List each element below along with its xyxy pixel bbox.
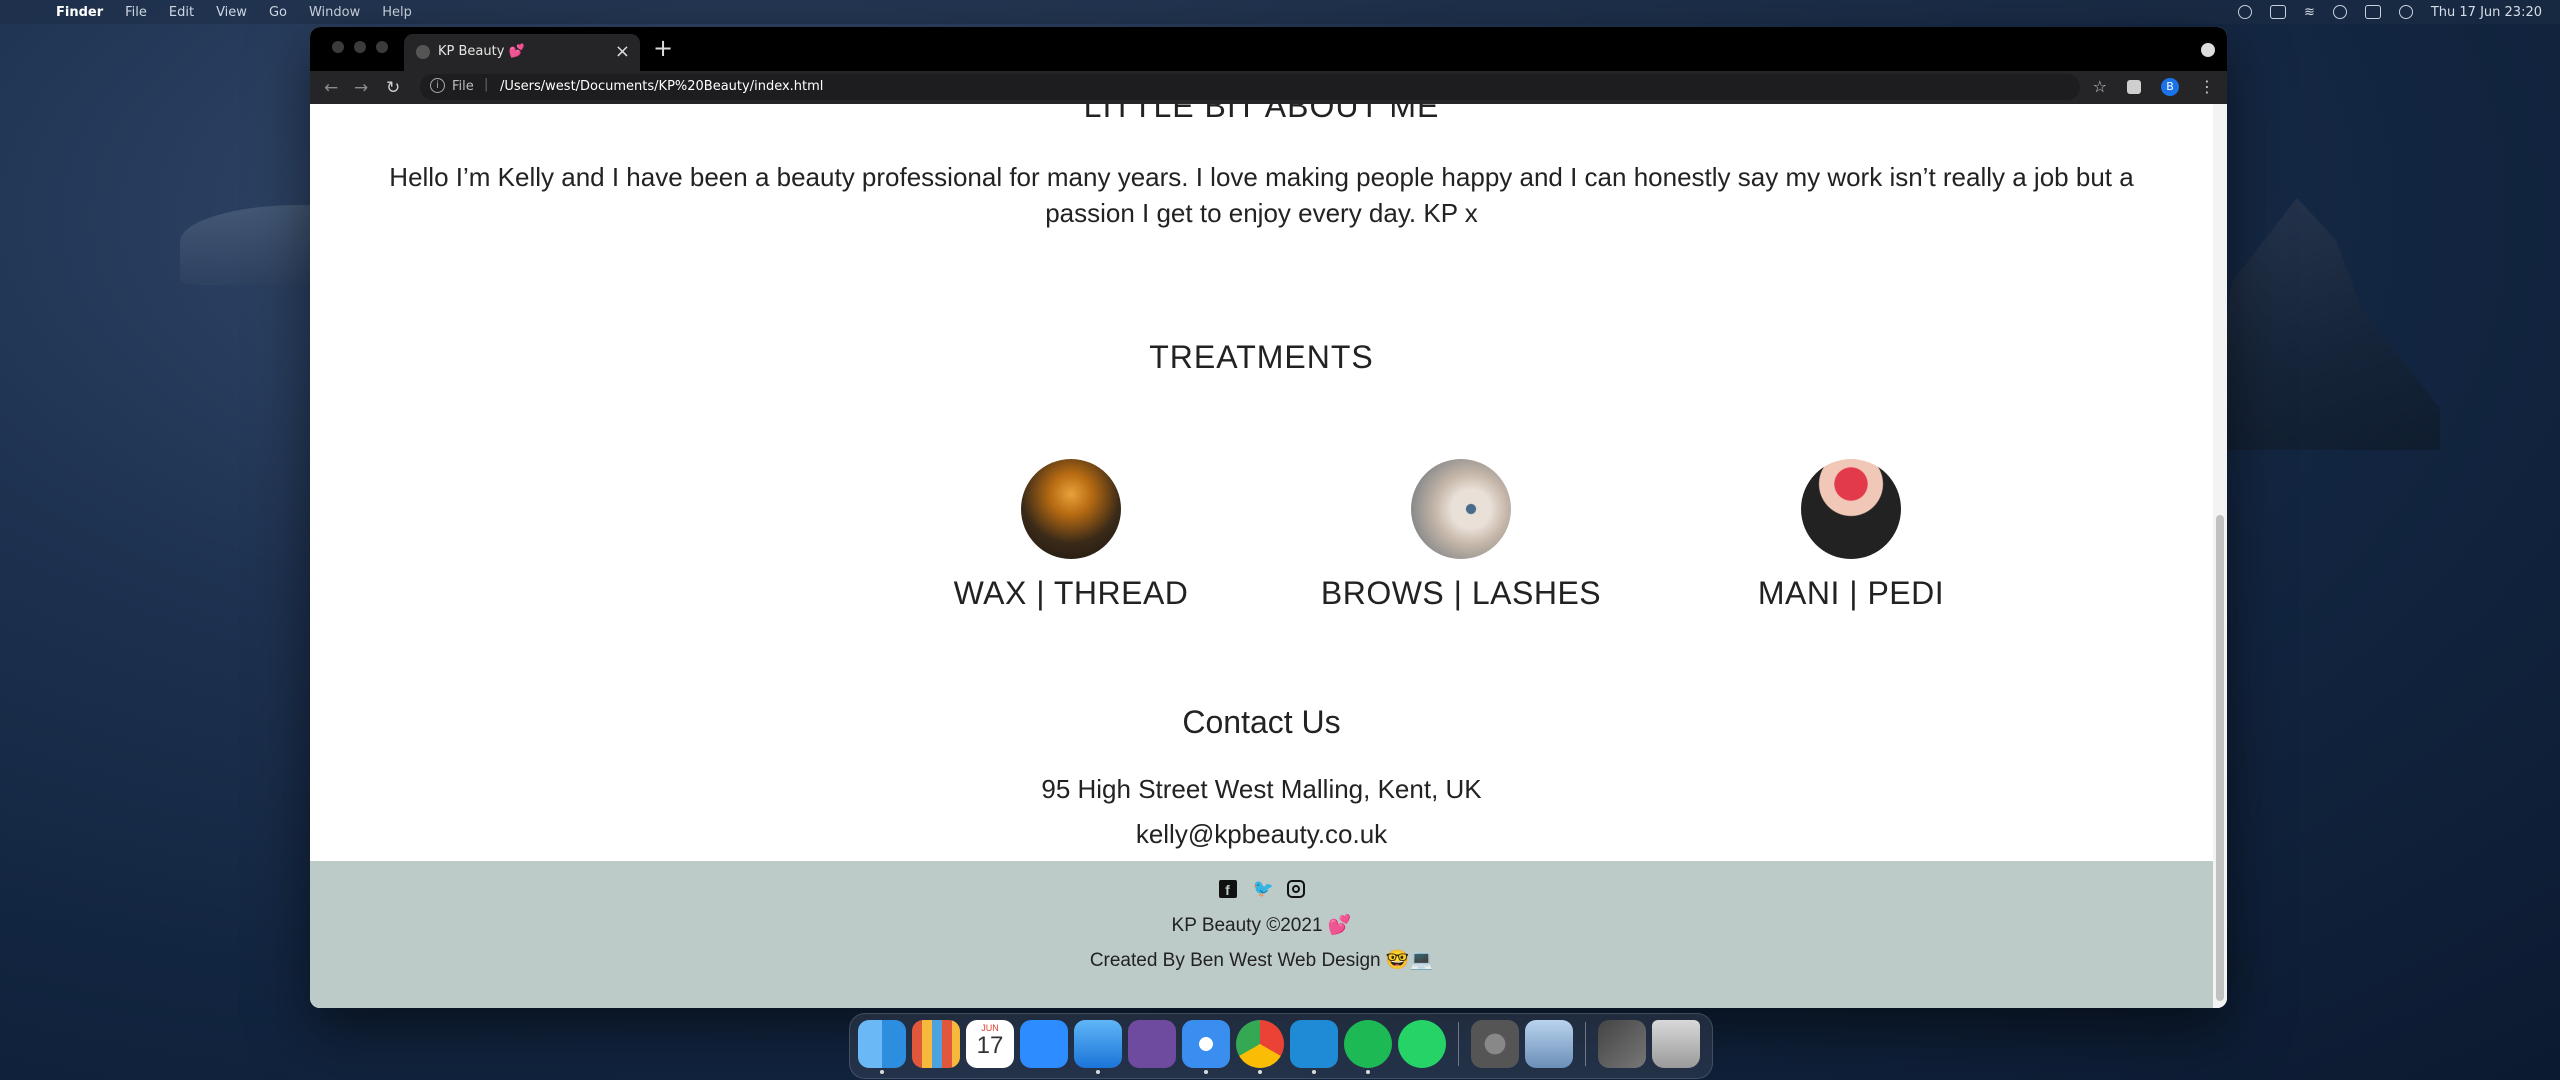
menu-view[interactable]: View <box>216 5 247 20</box>
menu-app-name[interactable]: Finder <box>56 5 103 20</box>
calendar-icon[interactable]: JUN 17 <box>966 1020 1014 1068</box>
whatsapp-icon[interactable] <box>1398 1020 1446 1068</box>
treatment-mani-pedi[interactable]: MANI | PEDI <box>1651 459 2051 612</box>
profile-avatar[interactable]: B <box>2161 77 2179 96</box>
about-paragraph: Hello I’m Kelly and I have been a beauty… <box>389 162 2134 228</box>
browser-toolbar: ← → ↻ i File | /Users/west/Documents/KP%… <box>310 71 2227 104</box>
dock-icons: JUN 17 <box>858 1020 1700 1074</box>
menu-file[interactable]: File <box>125 5 147 20</box>
web-page-content: LITTLE BIT ABOUT ME Hello I’m Kelly and … <box>310 104 2213 1008</box>
minimize-window-button[interactable] <box>354 41 366 53</box>
mail-icon[interactable] <box>1074 1020 1122 1074</box>
menu-bar-status-area: ≋ Thu 17 Jun 23:20 <box>2237 0 2542 24</box>
contact-heading: Contact Us <box>1182 704 1341 740</box>
extensions-puzzle-icon[interactable] <box>2127 79 2141 94</box>
eye-lashes-image[interactable] <box>1411 459 1511 559</box>
forward-arrow-icon[interactable]: → <box>354 78 368 98</box>
spotify-icon[interactable] <box>1344 1020 1392 1074</box>
twitter-icon[interactable]: 🐦 <box>1253 880 1274 898</box>
contact-email-link[interactable]: kelly@kpbeauty.co.uk <box>310 819 2213 850</box>
globe-icon <box>416 45 430 59</box>
info-icon[interactable]: i <box>430 78 445 93</box>
more-menu-icon[interactable]: ⋮ <box>2199 77 2215 96</box>
treatment-label[interactable]: WAX | THREAD <box>871 575 1271 612</box>
menu-window[interactable]: Window <box>309 5 360 20</box>
battery-icon[interactable] <box>2269 5 2286 19</box>
reload-icon[interactable]: ↻ <box>386 78 400 98</box>
treatment-label[interactable]: MANI | PEDI <box>1651 575 2051 612</box>
wax-honey-image[interactable] <box>1021 459 1121 559</box>
menu-help[interactable]: Help <box>382 5 412 20</box>
about-heading: LITTLE BIT ABOUT ME <box>1083 104 1440 124</box>
tab-search-icon[interactable] <box>2201 43 2215 57</box>
browser-window: KP Beauty 💕 × + ← → ↻ i File | /Users/we… <box>310 27 2227 1008</box>
painted-nails-image[interactable] <box>1801 459 1901 559</box>
tab-title: KP Beauty 💕 <box>438 44 525 59</box>
finder-icon[interactable] <box>858 1020 906 1074</box>
toolbar-actions: ☆ B ⋮ <box>2093 77 2215 96</box>
menu-edit[interactable]: Edit <box>169 5 194 20</box>
close-window-button[interactable] <box>332 41 344 53</box>
url-path[interactable]: /Users/west/Documents/KP%20Beauty/index.… <box>500 79 823 94</box>
screen-recording-icon[interactable] <box>2237 5 2252 19</box>
treatment-brows-lashes[interactable]: BROWS | LASHES <box>1261 459 1661 612</box>
dock-separator <box>1585 1022 1586 1066</box>
calendar-day: 17 <box>976 1032 1004 1059</box>
back-arrow-icon[interactable]: ← <box>324 78 338 98</box>
menu-go[interactable]: Go <box>269 5 287 20</box>
menu-clock[interactable]: Thu 17 Jun 23:20 <box>2431 5 2542 20</box>
new-tab-button[interactable]: + <box>653 34 673 62</box>
url-scheme-label: File <box>452 79 474 94</box>
dock: JUN 17 <box>849 1013 1713 1079</box>
treatments-heading: TREATMENTS <box>1149 339 1374 375</box>
menu-bar: Finder File Edit View Go Window Help ≋ T… <box>0 0 2560 24</box>
facebook-icon[interactable]: f <box>1218 880 1237 898</box>
spotlight-search-icon[interactable] <box>2332 5 2347 19</box>
treatment-wax-thread[interactable]: WAX | THREAD <box>871 459 1271 612</box>
url-separator: | <box>484 77 489 92</box>
page-footer: f 🐦 KP Beauty ©2021 💕 Created By Ben Wes… <box>310 861 2213 1008</box>
contact-address: 95 High Street West Malling, Kent, UK <box>1041 774 1482 804</box>
system-preferences-icon[interactable] <box>1471 1020 1519 1068</box>
address-bar[interactable]: i File | /Users/west/Documents/KP%20Beau… <box>420 74 2080 100</box>
trash-icon[interactable] <box>1652 1020 1700 1068</box>
dock-separator <box>1458 1022 1459 1066</box>
instagram-icon[interactable] <box>1286 880 1305 898</box>
zoom-icon[interactable] <box>1020 1020 1068 1068</box>
launchpad-icon[interactable] <box>912 1020 960 1068</box>
bookmark-star-icon[interactable]: ☆ <box>2093 77 2107 96</box>
downloads-stack-icon[interactable] <box>1598 1020 1646 1068</box>
social-links: f 🐦 <box>310 880 2213 898</box>
control-center-icon[interactable] <box>2364 5 2381 19</box>
chrome-icon[interactable] <box>1236 1020 1284 1074</box>
close-tab-icon[interactable]: × <box>615 41 630 62</box>
tab-strip: KP Beauty 💕 × + <box>310 27 2227 71</box>
vscode-icon[interactable] <box>1290 1020 1338 1074</box>
window-controls <box>332 41 388 53</box>
wifi-icon[interactable]: ≋ <box>2304 5 2315 20</box>
tab-kp-beauty[interactable]: KP Beauty 💕 × <box>404 34 640 71</box>
treatment-label[interactable]: BROWS | LASHES <box>1261 575 1661 612</box>
github-desktop-icon[interactable] <box>1128 1020 1176 1068</box>
zoom-window-button[interactable] <box>376 41 388 53</box>
footer-credit: Created By Ben West Web Design 🤓💻 <box>1089 950 1434 971</box>
safari-icon[interactable] <box>1182 1020 1230 1074</box>
siri-icon[interactable] <box>2398 5 2413 19</box>
page-scrollbar-thumb[interactable] <box>2216 515 2224 1001</box>
footer-copyright: KP Beauty ©2021 💕 <box>1171 915 1352 936</box>
preview-icon[interactable] <box>1525 1020 1573 1068</box>
